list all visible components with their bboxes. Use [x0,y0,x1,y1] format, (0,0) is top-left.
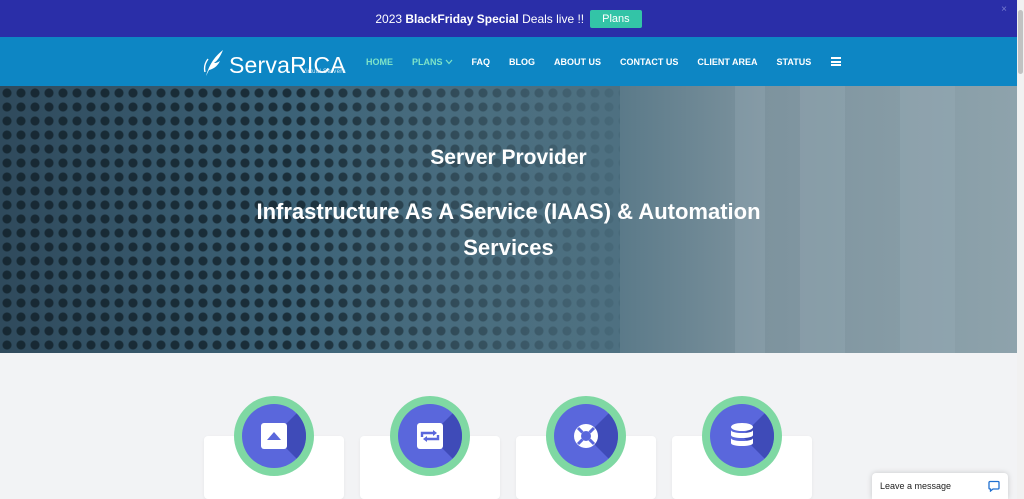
promo-close-icon[interactable]: × [1001,4,1007,15]
nav-item-status[interactable]: STATUS [777,57,812,67]
support-lifebuoy-icon [574,424,598,448]
promo-prefix: 2023 [375,11,406,26]
chat-bubble-icon [988,480,1000,492]
hero-background-rack [900,86,955,353]
main-navigation: ServaRICA Virtual Servers HOME PLANS FAQ… [0,37,1017,86]
database-icon [731,423,753,446]
chevron-down-icon [445,59,452,64]
promo-plans-button[interactable]: Plans [590,9,642,28]
feature-badge [546,396,626,476]
feature-badge [390,396,470,476]
page-scrollbar[interactable] [1017,0,1024,499]
nav-item-about-us[interactable]: ABOUT US [554,57,601,67]
nav-item-blog[interactable]: BLOG [509,57,535,67]
promo-highlight: BlackFriday Special [405,11,519,26]
hero-title: Server Provider [430,146,587,169]
chat-label: Leave a message [880,481,952,491]
promo-bar: 2023 BlackFriday Special Deals live !! P… [0,0,1017,37]
nav-item-contact-us[interactable]: CONTACT US [620,57,678,67]
nav-item-plans[interactable]: PLANS [412,57,453,67]
chat-widget[interactable]: Leave a message [872,473,1008,499]
hero-subtitle: Infrastructure As A Service (IAAS) & Aut… [256,199,761,260]
scrollbar-thumb[interactable] [1018,10,1023,74]
feature-badge [234,396,314,476]
brand-tagline: Virtual Servers [302,69,346,75]
feature-badge [702,396,782,476]
hero-background-rack [800,86,845,353]
nav-menu: HOME PLANS FAQ BLOG ABOUT US CONTACT US … [366,37,842,86]
repeat-icon [417,423,443,449]
upload-icon [261,423,287,449]
brand-logo[interactable]: ServaRICA Virtual Servers [203,44,346,78]
nav-item-faq[interactable]: FAQ [472,57,491,67]
feather-logo-icon [203,50,223,76]
hamburger-icon[interactable] [831,57,842,66]
nav-item-plans-label: PLANS [412,56,443,67]
hero-banner: Server Provider Infrastructure As A Serv… [0,86,1017,353]
nav-item-client-area[interactable]: CLIENT AREA [697,57,757,67]
promo-suffix: Deals live !! [518,11,585,26]
nav-item-home[interactable]: HOME [366,57,393,67]
